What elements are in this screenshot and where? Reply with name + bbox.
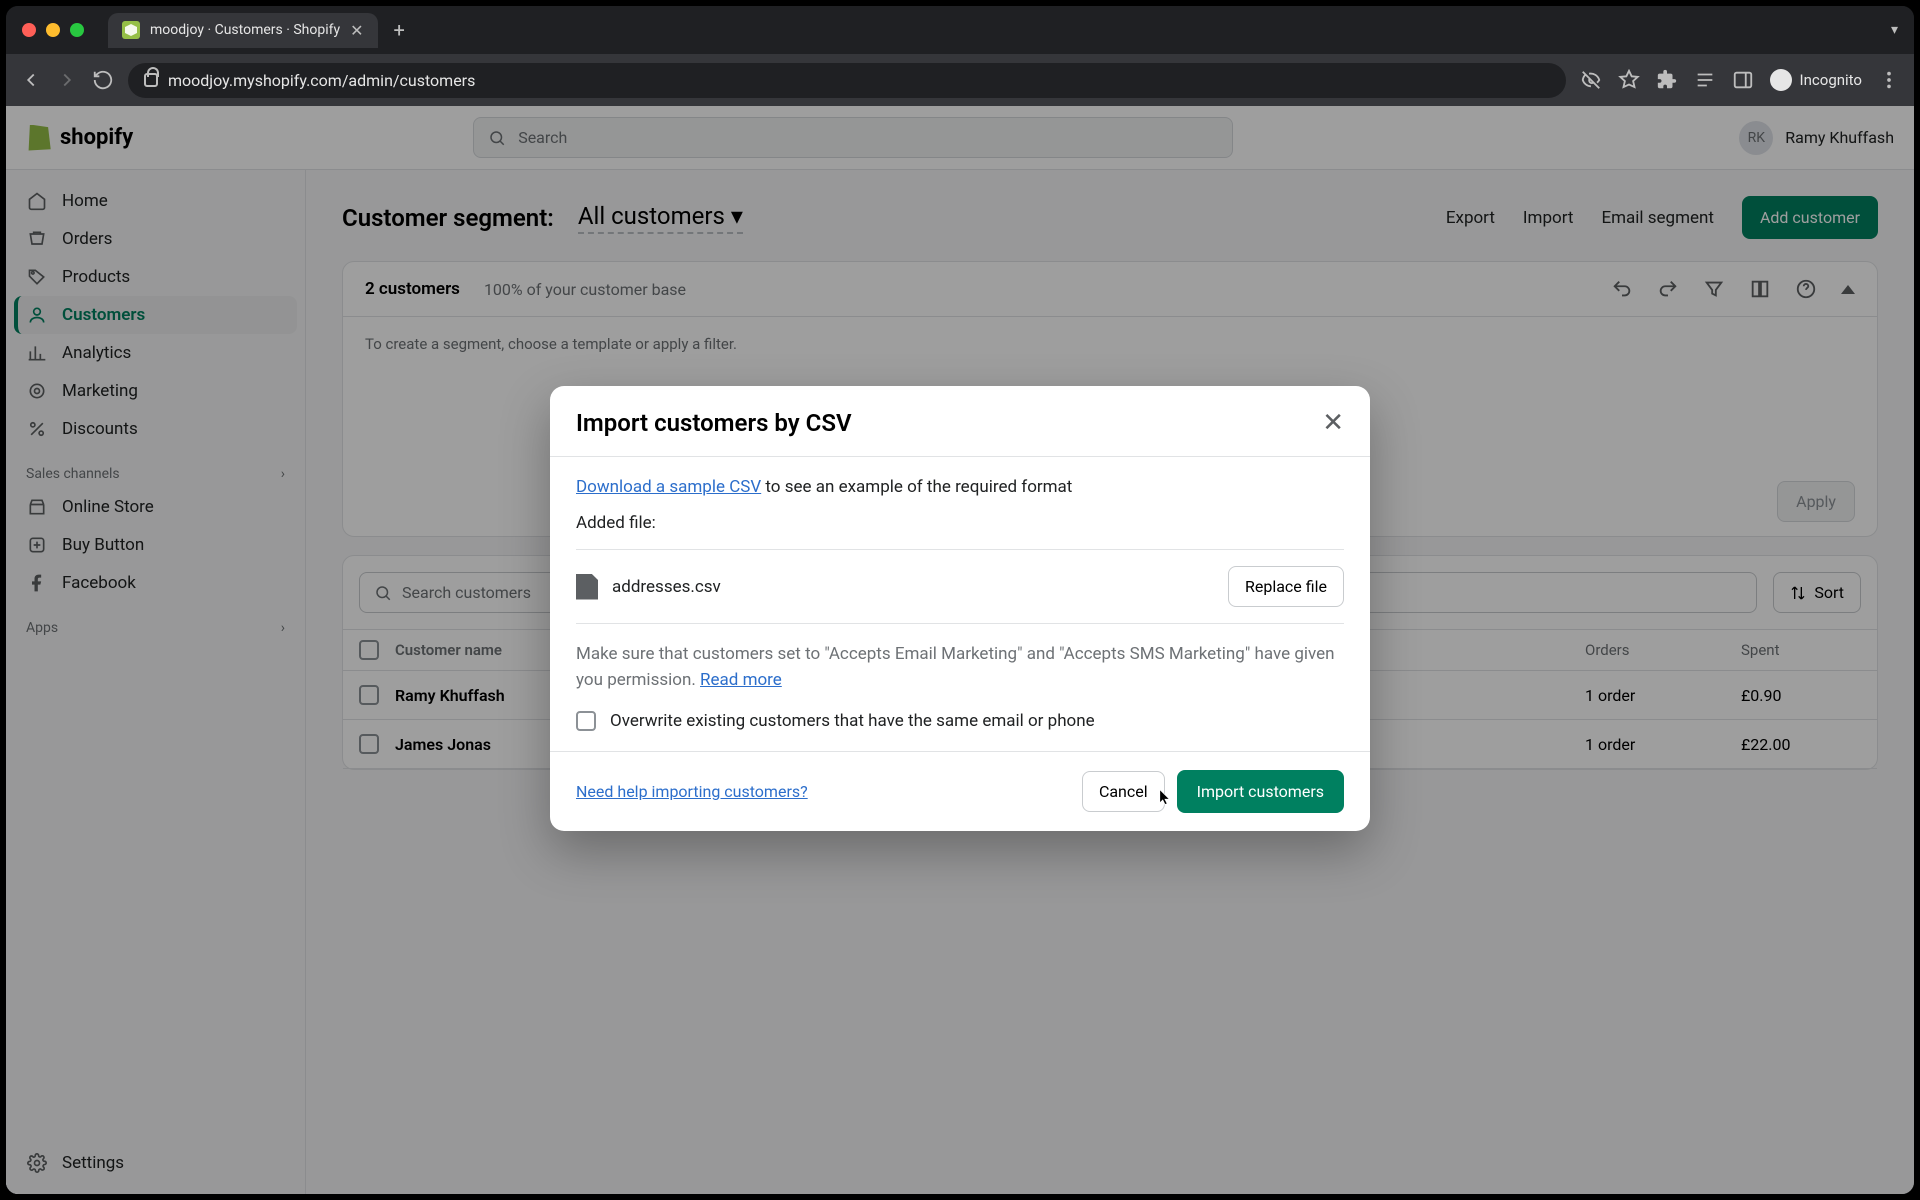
browser-tabbar: moodjoy · Customers · Shopify ✕ + ▾ — [6, 6, 1914, 54]
star-icon[interactable] — [1618, 69, 1640, 91]
import-csv-modal: Import customers by CSV ✕ Download a sam… — [550, 386, 1370, 831]
modal-scrim[interactable]: Import customers by CSV ✕ Download a sam… — [6, 106, 1914, 1194]
file-row: addresses.csv Replace file — [576, 549, 1344, 624]
close-window-button[interactable] — [22, 23, 36, 37]
overwrite-label: Overwrite existing customers that have t… — [610, 711, 1095, 731]
file-name: addresses.csv — [612, 577, 721, 597]
modal-title: Import customers by CSV — [576, 409, 852, 437]
tabs-overflow-icon[interactable]: ▾ — [1891, 22, 1898, 38]
modal-header: Import customers by CSV ✕ — [550, 386, 1370, 456]
minimize-window-button[interactable] — [46, 23, 60, 37]
browser-toolbar-right: Incognito — [1580, 69, 1900, 91]
cancel-button[interactable]: Cancel — [1082, 771, 1165, 812]
back-button[interactable] — [20, 69, 42, 91]
help-link[interactable]: Need help importing customers? — [576, 782, 808, 801]
browser-tab[interactable]: moodjoy · Customers · Shopify ✕ — [108, 13, 378, 48]
window-traffic-lights — [22, 23, 84, 37]
close-tab-icon[interactable]: ✕ — [350, 21, 363, 40]
shopify-favicon-icon — [122, 21, 140, 39]
extensions-icon[interactable] — [1656, 69, 1678, 91]
file-icon — [576, 574, 598, 600]
modal-body: Download a sample CSV to see an example … — [550, 456, 1370, 751]
maximize-window-button[interactable] — [70, 23, 84, 37]
eye-off-icon[interactable] — [1580, 69, 1602, 91]
modal-footer: Need help importing customers? Cancel Im… — [550, 751, 1370, 831]
replace-file-button[interactable]: Replace file — [1228, 566, 1344, 607]
download-sample-link[interactable]: Download a sample CSV — [576, 477, 761, 497]
tab-title: moodjoy · Customers · Shopify — [150, 22, 340, 38]
download-sample-line: Download a sample CSV to see an example … — [576, 477, 1344, 497]
browser-window: moodjoy · Customers · Shopify ✕ + ▾ mood… — [6, 6, 1914, 1194]
lock-icon — [144, 73, 158, 87]
overwrite-option[interactable]: Overwrite existing customers that have t… — [576, 711, 1344, 731]
new-tab-button[interactable]: + — [388, 18, 411, 42]
reload-button[interactable] — [92, 69, 114, 91]
forward-button[interactable] — [56, 69, 78, 91]
incognito-label: Incognito — [1800, 71, 1862, 89]
incognito-icon — [1770, 69, 1792, 91]
import-customers-button[interactable]: Import customers — [1177, 770, 1344, 813]
read-more-link[interactable]: Read more — [700, 670, 782, 690]
browser-address-bar: moodjoy.myshopify.com/admin/customers In… — [6, 54, 1914, 106]
panel-icon[interactable] — [1732, 69, 1754, 91]
reading-list-icon[interactable] — [1694, 69, 1716, 91]
close-icon[interactable]: ✕ — [1322, 408, 1344, 438]
url-field[interactable]: moodjoy.myshopify.com/admin/customers — [128, 63, 1566, 98]
kebab-menu-icon[interactable] — [1878, 69, 1900, 91]
url-text: moodjoy.myshopify.com/admin/customers — [168, 71, 475, 90]
incognito-indicator[interactable]: Incognito — [1770, 69, 1862, 91]
added-file-label: Added file: — [576, 513, 1344, 533]
shopify-app: shopify Search RK Ramy Khuffash Home Ord… — [6, 106, 1914, 1194]
overwrite-checkbox[interactable] — [576, 711, 596, 731]
permission-hint: Make sure that customers set to "Accepts… — [576, 642, 1344, 693]
